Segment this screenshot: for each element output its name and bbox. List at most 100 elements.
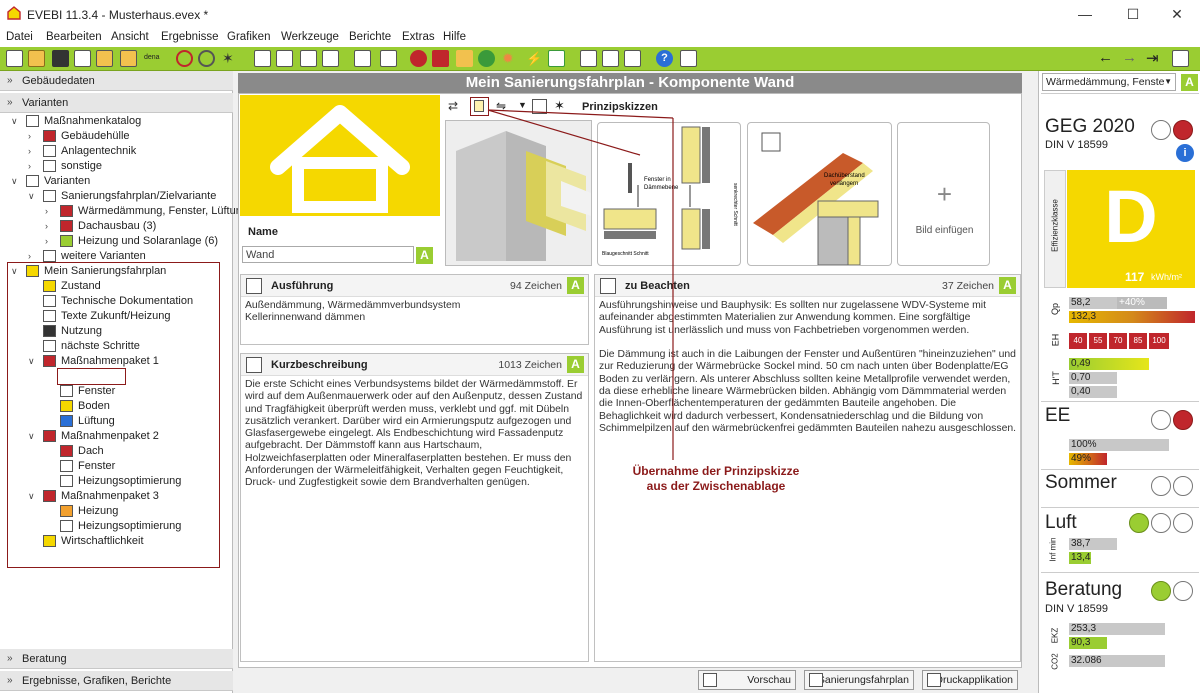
section-ergebnisse[interactable]: » Ergebnisse, Grafiken, Berichte [0,671,233,691]
menu-werkzeuge[interactable]: Werkzeuge [281,31,339,43]
magic-wand-icon[interactable]: ✶ [222,50,239,67]
move-icon[interactable]: ⇄ [448,99,464,115]
collapse-chevron-icon[interactable]: ∨ [11,174,18,189]
menu-ergebnisse[interactable]: Ergebnisse [161,31,219,43]
collapse-chevron-icon[interactable]: ∨ [28,189,35,204]
menu-berichte[interactable]: Berichte [349,31,391,43]
kurzbeschreibung-text[interactable]: Die erste Schicht eines Verbundsystems b… [241,376,588,493]
dropdown-arrow-icon[interactable]: ▼ [518,100,527,110]
grid-icon[interactable] [354,50,371,67]
undo-icon[interactable] [176,50,193,67]
arrange-icon[interactable]: ⇋ [496,99,506,113]
section-gebaeudedaten[interactable]: » Gebäudedaten [0,71,233,91]
power-icon[interactable]: ⚡ [526,50,543,67]
add-image-slot[interactable]: + Bild einfügen [897,122,990,266]
menu-ansicht[interactable]: Ansicht [111,31,149,43]
tree-item[interactable]: ∨ Maßnahmenkatalog [0,114,233,129]
qp-bar-1: 58,2 [1069,297,1117,309]
save-icon[interactable] [52,50,69,67]
ai-text-button[interactable]: A [416,247,433,264]
menu-grafiken[interactable]: Grafiken [227,31,270,43]
ee-value-1: 100% [1071,439,1097,450]
status-circle-red [1173,120,1193,140]
sun-icon[interactable]: ✹ [502,50,519,67]
sketch-photo-wdvs[interactable] [445,120,592,266]
expand-chevron-icon[interactable]: › [45,204,48,219]
status-circle-off [1151,410,1171,430]
back-arrow-icon[interactable]: ← [1098,49,1113,66]
forward-arrow-icon[interactable]: → [1122,49,1137,66]
chart-icon[interactable] [1172,50,1189,67]
image-icon[interactable] [532,99,547,114]
report-icon[interactable] [602,50,619,67]
preview-button[interactable]: Vorschau [698,670,796,690]
tree-item-label: Dachausbau (3) [78,220,157,232]
druckapplikation-button[interactable]: Druckapplikation [922,670,1018,690]
section-label: Ergebnisse, Grafiken, Berichte [22,675,172,687]
expand-chevron-icon[interactable]: › [45,219,48,234]
building-icon[interactable] [380,50,397,67]
section-varianten[interactable]: » Varianten [0,93,233,113]
magic-wand-icon[interactable]: ✶ [554,98,565,114]
window-icon[interactable] [456,50,473,67]
sketch-label: Prinzipskizzen [582,101,658,113]
char-count: 94 Zeichen [510,280,562,292]
ai-text-button[interactable]: A [1181,74,1198,91]
help-icon[interactable]: ? [656,50,673,67]
table-icon[interactable] [322,50,339,67]
ht-bar-3: 0,40 [1069,386,1117,398]
tree-item[interactable]: › Gebäudehülle [0,129,233,144]
document-icon[interactable] [254,50,271,67]
info-icon[interactable]: i [1176,144,1194,162]
paste-clipboard-icon[interactable] [470,97,489,116]
sketch-fenster-daemmebene[interactable]: Fenster in Dämmebene Blaugeschnitt Schni… [597,122,741,266]
expand-chevron-icon[interactable]: › [45,234,48,249]
tree-item[interactable]: › Anlagentechnik [0,144,233,159]
redo-icon[interactable] [198,50,215,67]
maximize-button[interactable]: ☐ [1110,0,1156,29]
print-icon[interactable] [624,50,641,67]
beachten-text[interactable]: Ausführungshinweise und Bauphysik: Es so… [595,297,1020,438]
ausfuehrung-text[interactable]: Außendämmung, Wärmedämmverbundsystem Kel… [241,297,588,328]
house-icon[interactable] [548,50,565,67]
heat-icon[interactable] [410,50,427,67]
calculator-icon[interactable] [580,50,597,67]
minimize-button[interactable]: — [1062,0,1108,29]
tree-item[interactable]: › sonstige [0,159,233,174]
collapse-chevron-icon[interactable]: ∨ [11,114,18,129]
name-field[interactable] [242,246,414,263]
qp-value-2: 132,3 [1071,311,1097,322]
structure-icon[interactable] [276,50,293,67]
sanierungsfahrplan-button[interactable]: Sanierungsfahrplan [804,670,914,690]
expand-chevron-icon[interactable]: › [28,159,31,174]
variant-dropdown[interactable]: Wärmedämmung, Fenste ▼ [1042,73,1176,91]
ai-text-button[interactable]: A [999,277,1016,294]
close-button[interactable]: ✕ [1154,0,1200,29]
open-folder-icon[interactable] [28,50,45,67]
menu-extras[interactable]: Extras [402,31,435,43]
menu-hilfe[interactable]: Hilfe [443,31,466,43]
list-icon[interactable] [300,50,317,67]
menu-datei[interactable]: Datei [6,31,33,43]
ai-text-button[interactable]: A [567,356,584,373]
tree-item[interactable]: › Heizung und Solaranlage (6) [0,234,233,249]
export-icon[interactable] [120,50,137,67]
tree-item[interactable]: ∨ Sanierungsfahrplan/Zielvariante [0,189,233,204]
info-book-icon[interactable] [680,50,697,67]
menu-bearbeiten[interactable]: Bearbeiten [46,31,102,43]
dena-icon[interactable]: dena [144,54,160,61]
wall-icon[interactable] [432,50,449,67]
sketch-dachueberstand[interactable]: Dachüberstand verlängern [747,122,892,266]
copy-icon[interactable] [74,50,91,67]
tree-item[interactable]: ∨ Varianten [0,174,233,189]
tree-item[interactable]: › Dachausbau (3) [0,219,233,234]
expand-chevron-icon[interactable]: › [28,129,31,144]
section-beratung[interactable]: » Beratung [0,649,233,669]
expand-chevron-icon[interactable]: › [28,144,31,159]
jump-icon[interactable]: ⇥ [1146,49,1159,67]
ventilation-icon[interactable] [478,50,495,67]
ai-text-button[interactable]: A [567,277,584,294]
new-file-icon[interactable] [6,50,23,67]
folder-icon[interactable] [96,50,113,67]
tree-item[interactable]: › Wärmedämmung, Fenster, Lüftun [0,204,242,219]
